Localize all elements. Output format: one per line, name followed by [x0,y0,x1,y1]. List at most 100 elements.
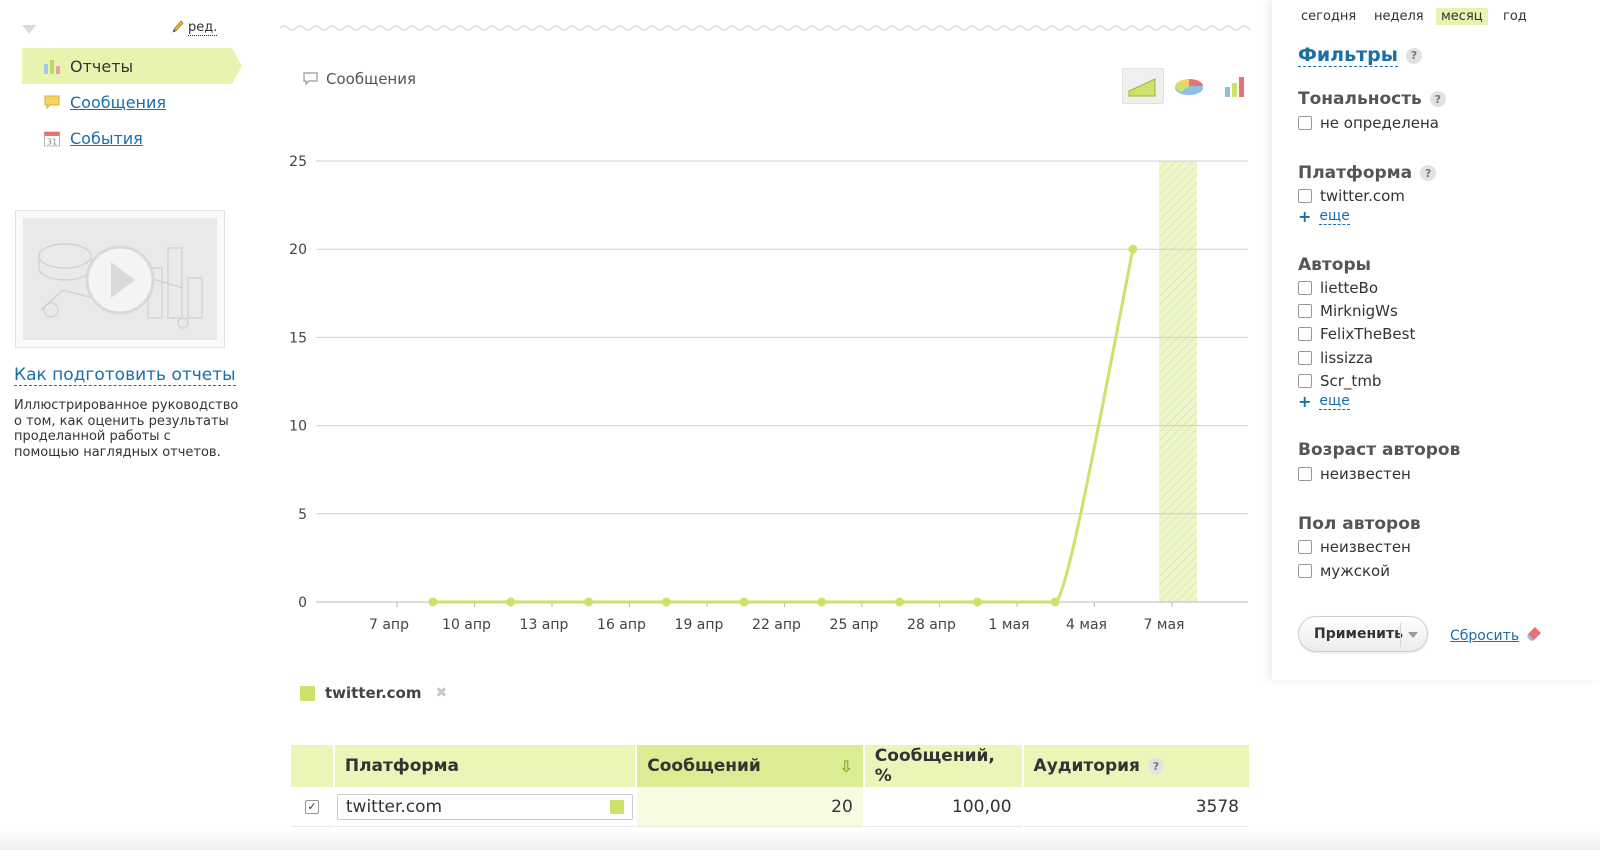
filter-checkbox[interactable] [1298,304,1312,318]
nav-item-label[interactable]: Сообщения [70,93,166,112]
main-content: Сообщения 0 5 10 15 20 25 7 апр 10 апр 13 апр 16 … [280,0,1252,850]
x-tick-label: 7 апр [369,617,409,633]
platform-color-swatch [610,799,625,814]
speech-bubble-icon [42,92,62,112]
filter-checkbox[interactable] [1298,351,1312,365]
x-tick-label: 10 апр [442,617,491,633]
chart-title: Сообщения [302,70,416,88]
x-tick-label: 4 мая [1066,617,1107,633]
table-row: ✓ twitter.com 20 100,00 3578 [291,787,1249,827]
filter-checkbox[interactable] [1298,540,1312,554]
reset-link[interactable]: Сбросить [1450,628,1519,644]
period-year[interactable]: год [1498,8,1532,25]
filter-checkbox[interactable] [1298,116,1312,130]
guide-video-thumbnail[interactable] [15,210,225,348]
filter-option[interactable]: не определена [1298,114,1439,132]
period-today[interactable]: сегодня [1296,8,1361,25]
filter-option[interactable]: мужской [1298,562,1390,580]
messages-cell: 20 [637,787,863,827]
table-header-check [291,745,333,787]
filter-checkbox[interactable] [1298,467,1312,481]
data-point [428,597,438,607]
x-tick-label: 22 апр [752,617,801,633]
data-point [972,597,982,607]
filter-checkbox[interactable] [1298,189,1312,203]
left-sidebar: ред. Отчеты Сообщения 31 События Как под… [0,0,250,850]
y-tick-label: 15 [289,330,307,346]
more-link[interactable]: еще [1319,393,1350,410]
row-checkbox[interactable]: ✓ [304,799,319,814]
messages-line-chart: 0 5 10 15 20 25 7 апр 10 апр 13 апр 16 апр 19 апр 2… [289,154,1248,633]
filter-option[interactable]: twitter.com [1298,187,1405,205]
area-chart-icon[interactable] [1122,68,1164,104]
nav-item-label: Отчеты [70,56,134,76]
filter-option[interactable]: lietteBo [1298,279,1378,297]
table-header-platform[interactable]: Платформа [334,745,636,787]
filter-option[interactable]: Scr_tmb [1298,372,1381,390]
table-header-row: Платформа Сообщений ⇩ Сообщений, % Аудит… [291,745,1249,787]
edit-label: ред. [188,20,218,35]
table-header-audience[interactable]: Аудитория? [1023,745,1249,787]
table-header-messages[interactable]: Сообщений ⇩ [637,745,863,787]
y-tick-label: 0 [298,595,307,611]
nav-item-label[interactable]: События [70,129,143,148]
filter-checkbox[interactable] [1298,327,1312,341]
y-tick-label: 5 [298,507,307,523]
x-tick-label: 19 апр [675,617,724,633]
chevron-down-icon[interactable] [1408,632,1418,638]
filter-option[interactable]: MirknigWs [1298,302,1398,320]
percent-cell: 100,00 [864,787,1022,827]
highlight-band [1159,161,1197,602]
guide-title-link[interactable]: Как подготовить отчеты [14,365,236,386]
apply-button[interactable]: Применить [1298,616,1428,652]
filter-checkbox[interactable] [1298,564,1312,578]
table-header-percent[interactable]: Сообщений, % [864,745,1022,787]
data-point [661,597,671,607]
reset-filters[interactable]: Сбросить [1450,625,1543,647]
wavy-divider [280,25,1250,31]
x-tick-label: 1 мая [989,617,1030,633]
more-link[interactable]: еще [1319,208,1350,225]
filter-checkbox[interactable] [1298,281,1312,295]
authors-more[interactable]: + еще [1298,392,1350,411]
filter-option[interactable]: lissizza [1298,349,1373,367]
x-tick-label: 16 апр [597,617,646,633]
chart-title-label: Сообщения [326,70,417,88]
nav-item-events[interactable]: 31 События [22,120,232,156]
nav-item-reports[interactable]: Отчеты [22,48,242,84]
data-point [1050,597,1060,607]
collapse-triangle-icon[interactable] [22,25,36,34]
y-tick-label: 20 [289,242,307,258]
period-week[interactable]: неделя [1369,8,1429,25]
filter-option[interactable]: FelixTheBest [1298,325,1415,343]
filters-title: Фильтры? [1298,44,1422,67]
filter-group-platform-title: Платформа? [1298,163,1437,183]
plus-icon: + [1298,392,1312,411]
x-tick-label: 25 апр [830,617,879,633]
help-icon[interactable]: ? [1429,91,1446,107]
platform-more[interactable]: + еще [1298,207,1350,226]
data-point [739,597,749,607]
help-icon[interactable]: ? [1420,165,1437,181]
calendar-day: 31 [47,138,57,147]
chart-legend: twitter.com ✖ [300,684,447,702]
filters-title-link[interactable]: Фильтры [1298,44,1398,67]
platform-cell[interactable]: twitter.com [336,793,634,820]
period-month[interactable]: месяц [1436,8,1488,25]
help-icon[interactable]: ? [1147,758,1164,774]
audience-cell: 3578 [1023,787,1249,827]
filters-panel: сегодня неделя месяц год Фильтры? Тональ… [1272,0,1600,680]
filter-checkbox[interactable] [1298,374,1312,388]
edit-link[interactable]: ред. [172,20,218,36]
bar-chart-icon[interactable] [1214,68,1256,104]
filter-option[interactable]: неизвестен [1298,538,1411,556]
apply-label: Применить [1314,626,1403,642]
nav-item-messages[interactable]: Сообщения [22,84,232,120]
close-icon[interactable]: ✖ [435,685,447,701]
pie-chart-icon[interactable] [1168,68,1210,104]
x-tick-label: 28 апр [907,617,956,633]
filter-group-gender-title: Пол авторов [1298,514,1421,534]
pencil-icon [172,20,184,33]
help-icon[interactable]: ? [1405,47,1422,64]
filter-option[interactable]: неизвестен [1298,465,1411,483]
